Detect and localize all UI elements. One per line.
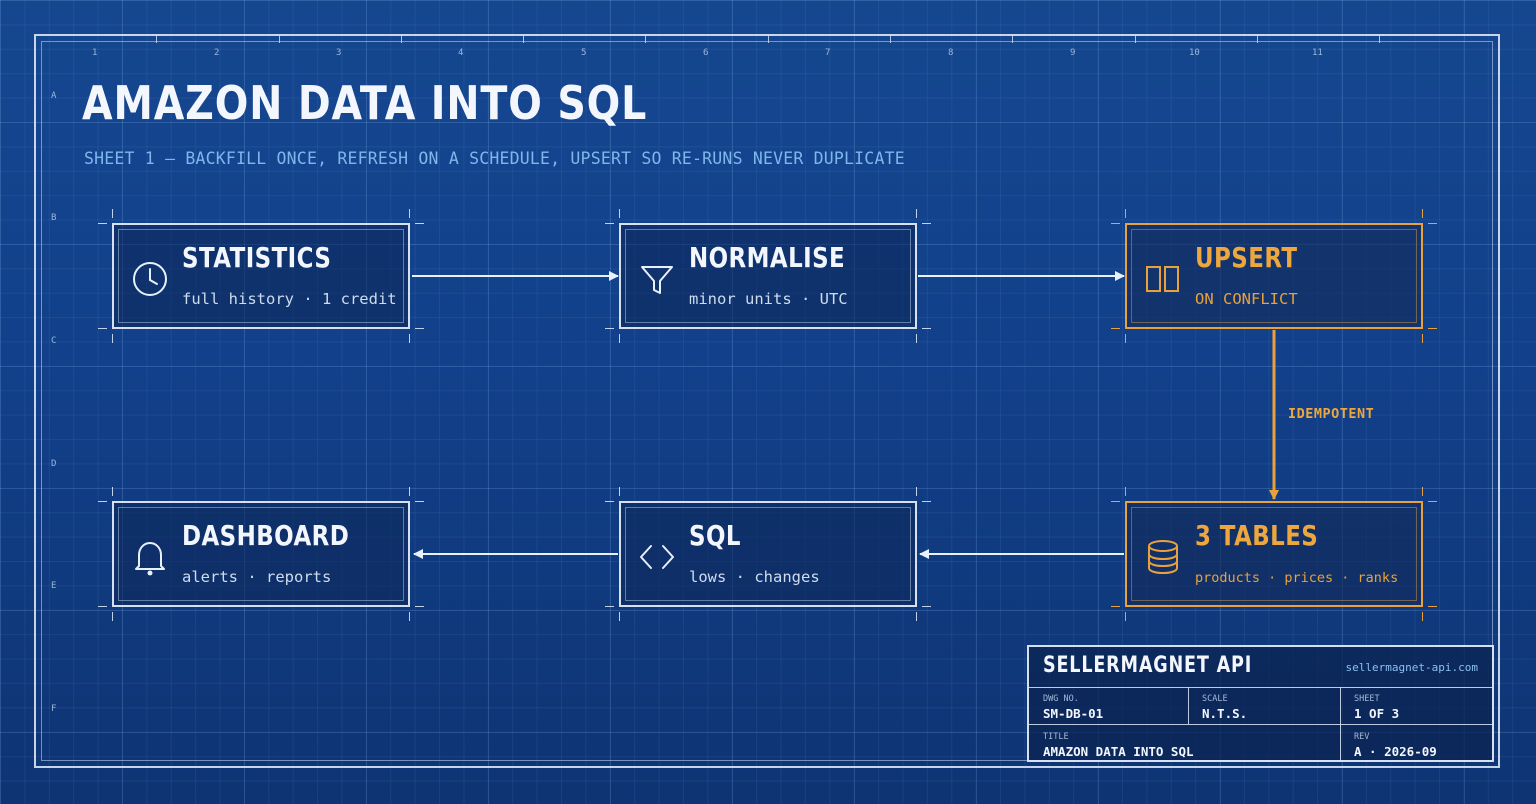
crop-mark bbox=[1428, 223, 1437, 224]
crop-mark bbox=[112, 612, 113, 621]
crop-mark bbox=[415, 606, 424, 607]
crop-mark bbox=[98, 328, 107, 329]
crop-mark bbox=[1111, 501, 1120, 502]
node-subtitle: ON CONFLICT bbox=[1195, 290, 1298, 308]
crop-mark bbox=[1111, 606, 1120, 607]
rev-label: REV bbox=[1354, 732, 1370, 742]
crop-mark bbox=[619, 487, 620, 496]
crop-mark bbox=[922, 606, 931, 607]
crop-mark bbox=[415, 328, 424, 329]
crop-mark bbox=[619, 209, 620, 218]
crop-mark bbox=[98, 606, 107, 607]
database-icon bbox=[1148, 540, 1178, 575]
crop-mark bbox=[605, 328, 614, 329]
dwg-no-value: SM-DB-01 bbox=[1043, 706, 1104, 721]
dwg-no-label: DWG NO. bbox=[1043, 694, 1079, 704]
node-tables[interactable]: 3 TABLES products · prices · ranks bbox=[1125, 501, 1423, 607]
crop-mark bbox=[619, 334, 620, 343]
scale-label: SCALE bbox=[1202, 694, 1228, 704]
crop-mark bbox=[112, 209, 113, 218]
crop-mark bbox=[98, 501, 107, 502]
node-title: 3 TABLES bbox=[1195, 519, 1319, 552]
node-subtitle: lows · changes bbox=[689, 568, 820, 586]
node-subtitle: minor units · UTC bbox=[689, 290, 848, 308]
title-block-divider bbox=[1029, 724, 1492, 725]
crop-mark bbox=[1422, 334, 1423, 343]
title-value: AMAZON DATA INTO SQL bbox=[1043, 744, 1194, 759]
crop-mark bbox=[605, 606, 614, 607]
title-block-brand: SELLERMAGNET API bbox=[1043, 653, 1253, 678]
crop-mark bbox=[1428, 328, 1437, 329]
bell-icon bbox=[135, 542, 165, 576]
crop-mark bbox=[409, 209, 410, 218]
crop-mark bbox=[619, 612, 620, 621]
crop-mark bbox=[1428, 501, 1437, 502]
clock-icon bbox=[133, 262, 167, 296]
node-sql[interactable]: SQL lows · changes bbox=[619, 501, 917, 607]
sheet-label: SHEET bbox=[1354, 694, 1380, 704]
crop-mark bbox=[1422, 209, 1423, 218]
title-block-url[interactable]: sellermagnet-api.com bbox=[1346, 661, 1478, 674]
crop-mark bbox=[922, 328, 931, 329]
crop-mark bbox=[1428, 606, 1437, 607]
crop-mark bbox=[916, 334, 917, 343]
crop-mark bbox=[1125, 612, 1126, 621]
crop-mark bbox=[916, 209, 917, 218]
title-block: SELLERMAGNET API sellermagnet-api.com DW… bbox=[1027, 645, 1494, 762]
crop-mark bbox=[415, 223, 424, 224]
sheet-value: 1 OF 3 bbox=[1354, 706, 1400, 721]
crop-mark bbox=[605, 501, 614, 502]
crop-mark bbox=[1125, 209, 1126, 218]
node-title: UPSERT bbox=[1195, 241, 1298, 274]
node-subtitle: alerts · reports bbox=[182, 568, 332, 586]
crop-mark bbox=[1125, 334, 1126, 343]
crop-mark bbox=[605, 223, 614, 224]
upsert-icon bbox=[1146, 266, 1179, 292]
crop-mark bbox=[98, 223, 107, 224]
node-subtitle: full history · 1 credit bbox=[182, 290, 397, 308]
crop-mark bbox=[1422, 612, 1423, 621]
title-label: TITLE bbox=[1043, 732, 1069, 742]
crop-mark bbox=[1111, 328, 1120, 329]
crop-mark bbox=[916, 487, 917, 496]
crop-mark bbox=[1125, 487, 1126, 496]
title-block-divider bbox=[1340, 687, 1341, 762]
crop-mark bbox=[409, 487, 410, 496]
title-block-divider bbox=[1029, 687, 1492, 688]
scale-value: N.T.S. bbox=[1202, 706, 1248, 721]
crop-mark bbox=[922, 223, 931, 224]
node-title: NORMALISE bbox=[689, 241, 846, 274]
title-block-divider bbox=[1188, 687, 1189, 724]
node-title: STATISTICS bbox=[182, 241, 332, 274]
node-subtitle: products · prices · ranks bbox=[1195, 570, 1399, 586]
crop-mark bbox=[409, 612, 410, 621]
crop-mark bbox=[415, 501, 424, 502]
crop-mark bbox=[1422, 487, 1423, 496]
node-statistics[interactable]: STATISTICS full history · 1 credit bbox=[112, 223, 410, 329]
rev-value: A · 2026-09 bbox=[1354, 744, 1437, 759]
code-icon bbox=[640, 545, 674, 569]
crop-mark bbox=[409, 334, 410, 343]
node-normalise[interactable]: NORMALISE minor units · UTC bbox=[619, 223, 917, 329]
crop-mark bbox=[916, 612, 917, 621]
filter-icon bbox=[641, 266, 673, 294]
node-dashboard[interactable]: DASHBOARD alerts · reports bbox=[112, 501, 410, 607]
crop-mark bbox=[922, 501, 931, 502]
node-upsert[interactable]: UPSERT ON CONFLICT bbox=[1125, 223, 1423, 329]
crop-mark bbox=[1111, 223, 1120, 224]
crop-mark bbox=[112, 334, 113, 343]
edge-label-idempotent: IDEMPOTENT bbox=[1288, 406, 1375, 422]
node-title: SQL bbox=[689, 519, 741, 552]
node-title: DASHBOARD bbox=[182, 519, 350, 552]
crop-mark bbox=[112, 487, 113, 496]
